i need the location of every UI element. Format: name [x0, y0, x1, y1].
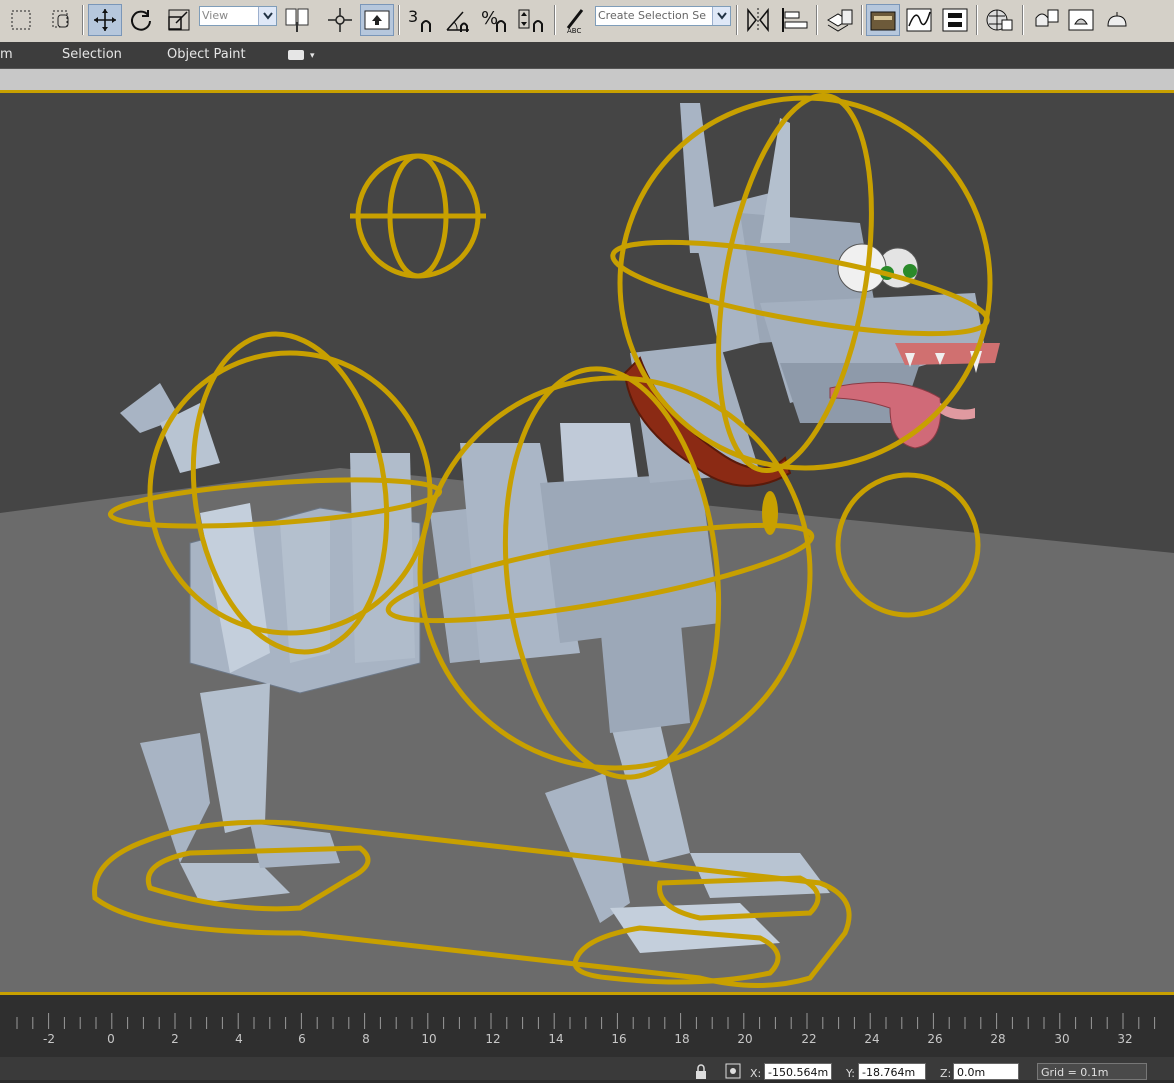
timeline-label: 22: [801, 1032, 817, 1046]
absolute-mode-icon[interactable]: [724, 1062, 742, 1080]
toolbar-separator: [816, 5, 818, 35]
percent-snap-icon[interactable]: %: [477, 4, 513, 36]
material-editor-icon[interactable]: [982, 4, 1018, 36]
ribbon-toggle-icon[interactable]: [288, 50, 304, 60]
named-selection-sets-placeholder: Create Selection Se: [598, 9, 706, 22]
edit-named-selection-icon[interactable]: ABC: [560, 4, 594, 36]
z-coord-label: Z:: [940, 1067, 952, 1080]
ribbon-tab-bar: m Selection Object Paint ▾: [0, 42, 1174, 68]
timeline-label: 20: [737, 1032, 753, 1046]
select-manipulate-icon[interactable]: [324, 4, 356, 36]
scene-explorer-icon[interactable]: [866, 4, 900, 36]
timeline-label: 4: [235, 1032, 243, 1046]
toolbar-separator: [1022, 5, 1024, 35]
toolbar-separator: [398, 5, 400, 35]
timeline-label: 26: [927, 1032, 943, 1046]
chevron-down-icon: [258, 7, 276, 25]
perspective-viewport[interactable]: [0, 90, 1174, 995]
timeline-label: 32: [1117, 1032, 1133, 1046]
render-production-icon[interactable]: [1100, 4, 1134, 36]
curve-editor-icon[interactable]: [902, 4, 936, 36]
timeline-label: 18: [674, 1032, 690, 1046]
y-coord-label: Y:: [846, 1067, 855, 1080]
keyboard-shortcut-override-icon[interactable]: [360, 4, 394, 36]
toolbar-separator: [554, 5, 556, 35]
rendered-frame-window-icon[interactable]: [1064, 4, 1098, 36]
align-icon[interactable]: [777, 4, 813, 36]
timeline-ruler[interactable]: -2 0 2 4 6 8 10 12 14 16 18 20 22 24 26 …: [0, 995, 1174, 1057]
angle-snap-icon[interactable]: [441, 4, 475, 36]
svg-text:ABC: ABC: [567, 27, 581, 34]
timeline-label: 12: [485, 1032, 501, 1046]
x-coord-field[interactable]: -150.564m: [764, 1063, 832, 1080]
mirror-icon[interactable]: [742, 4, 774, 36]
status-bar: X: -150.564m Y: -18.764m Z: 0.0m Grid = …: [0, 1057, 1174, 1080]
timeline-label: 28: [990, 1032, 1006, 1046]
timeline-label: 14: [548, 1032, 564, 1046]
timeline-label: 0: [107, 1032, 115, 1046]
timeline-label: 16: [611, 1032, 627, 1046]
rotate-tool-icon[interactable]: [125, 4, 157, 36]
scale-tool-icon[interactable]: [162, 4, 196, 36]
snaps-toggle-icon[interactable]: 3: [404, 4, 440, 36]
ribbon-tab-modeling[interactable]: m: [0, 47, 13, 62]
viewport-scene: [0, 93, 1174, 992]
reference-coordinate-dropdown[interactable]: View: [199, 6, 277, 26]
snap-dimension-label: 3: [408, 7, 418, 26]
schematic-view-icon[interactable]: [938, 4, 972, 36]
z-coord-field[interactable]: 0.0m: [953, 1063, 1019, 1080]
collar-tag: [762, 491, 778, 535]
timeline-label: 30: [1054, 1032, 1070, 1046]
timeline-label: 10: [421, 1032, 437, 1046]
render-setup-icon[interactable]: [1028, 4, 1064, 36]
toolbar-separator: [82, 5, 84, 35]
toolbar-separator: [861, 5, 863, 35]
timeline-label: 24: [864, 1032, 880, 1046]
lock-selection-icon[interactable]: [694, 1064, 708, 1079]
main-toolbar: View 3 % ABC Create Selection Se: [0, 0, 1174, 43]
timeline-label: 6: [298, 1032, 306, 1046]
chevron-down-icon: [712, 7, 730, 25]
x-coord-label: X:: [750, 1067, 762, 1080]
toolbar-separator: [976, 5, 978, 35]
y-coord-field[interactable]: -18.764m: [858, 1063, 926, 1080]
grid-size-readout: Grid = 0.1m: [1037, 1063, 1147, 1080]
timeline-label: 8: [362, 1032, 370, 1046]
toolbar-separator: [736, 5, 738, 35]
ribbon-dropdown-arrow-icon[interactable]: ▾: [310, 51, 315, 61]
named-selection-sets-dropdown[interactable]: Create Selection Se: [595, 6, 731, 26]
timeline-label: -2: [43, 1032, 55, 1046]
reference-coordinate-value: View: [202, 9, 229, 22]
dog-eyes: [837, 243, 919, 293]
spinner-snap-icon[interactable]: [514, 4, 550, 36]
pivot-center-icon[interactable]: [280, 4, 314, 36]
timeline-label: 2: [171, 1032, 179, 1046]
ribbon-tab-selection[interactable]: Selection: [62, 47, 122, 62]
percent-snap-label: %: [481, 8, 498, 29]
move-tool-icon[interactable]: [88, 4, 122, 36]
select-region-icon[interactable]: [6, 4, 36, 36]
viewport-label-strip: [0, 68, 1174, 91]
ribbon-tab-object-paint[interactable]: Object Paint: [167, 47, 246, 62]
layer-manager-icon[interactable]: [822, 4, 858, 36]
window-crossing-icon[interactable]: [44, 4, 78, 36]
